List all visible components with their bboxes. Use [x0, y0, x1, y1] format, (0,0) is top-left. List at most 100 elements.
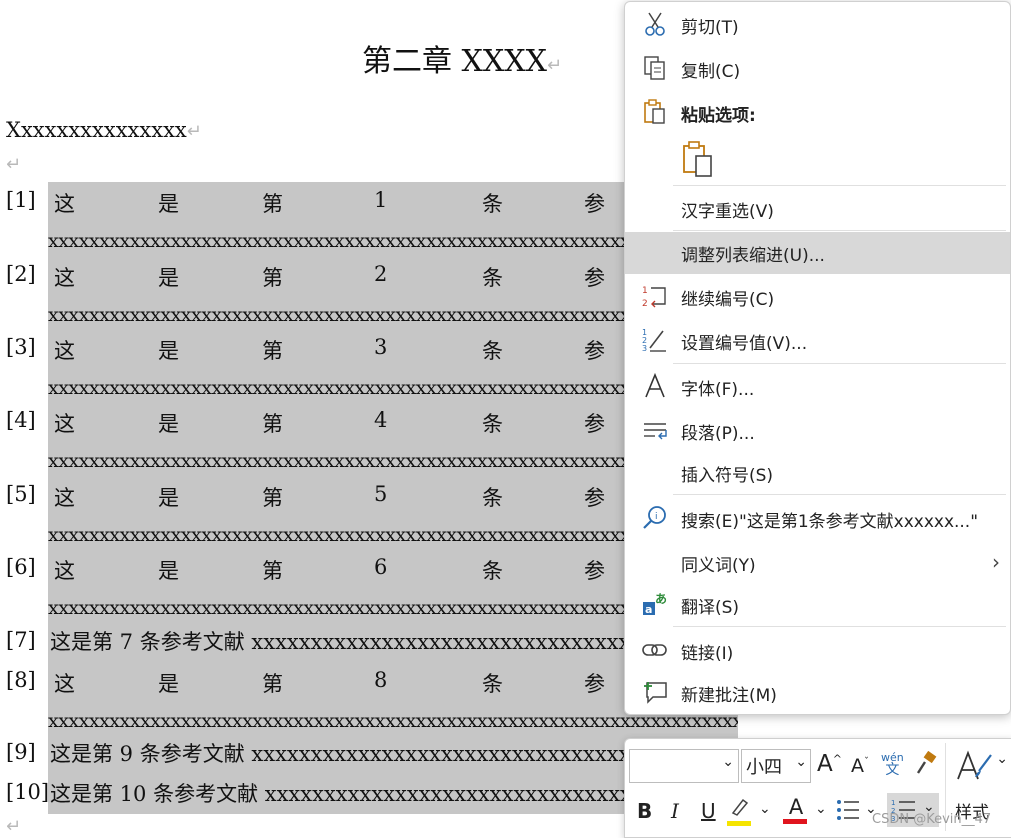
reference-first-line: 这 是 第 6 条 参	[48, 549, 648, 589]
search-icon: i	[643, 506, 666, 529]
font-name-dropdown[interactable]: ⌄	[629, 749, 739, 783]
reference-first-line: 这 是 第 3 条 参	[48, 329, 648, 369]
reference-word: 条	[482, 412, 503, 436]
reference-word: 这	[54, 412, 75, 436]
shrink-font-button[interactable]: Aˇ	[851, 755, 869, 777]
menu-item-new-comment[interactable]: 新建批注(M)	[625, 672, 1010, 712]
reference-first-line: 这 是 第 4 条 参	[48, 402, 648, 442]
chevron-down-icon[interactable]: ⌄	[815, 801, 827, 817]
menu-item-insert-symbol[interactable]: 插入符号(S)	[625, 452, 1010, 492]
font-color-letter: A	[788, 795, 804, 819]
reference-number: [7]	[6, 628, 36, 652]
menu-item-continue-numbering[interactable]: 1 2 继续编号(C)	[625, 276, 1010, 316]
font-color-button[interactable]: A	[783, 795, 809, 825]
bold-button[interactable]: B	[637, 799, 652, 823]
reference-word: 是	[158, 192, 179, 216]
reference-word: 5	[374, 482, 388, 506]
reference-number: [3]	[6, 335, 36, 359]
reference-text: 这是第 7 条参考文献 xxxxxxxxxxxxxxxxxxxxxxxxxxxx…	[48, 622, 630, 662]
reference-word: 4	[374, 408, 388, 432]
reference-number: [5]	[6, 482, 36, 506]
chevron-down-icon: ⌄	[795, 754, 807, 770]
chevron-down-icon[interactable]: ⌄	[759, 801, 771, 817]
styles-icon	[957, 750, 992, 780]
menu-item-copy[interactable]: 复制(C)	[625, 48, 1010, 88]
menu-separator	[673, 626, 1006, 627]
reference-number: [9]	[6, 740, 36, 764]
menu-item-paragraph[interactable]: 段落(P)...	[625, 410, 1010, 450]
font-icon	[645, 372, 665, 398]
reference-word: 这	[54, 266, 75, 290]
phonetic-guide-button[interactable]: wén 文	[881, 751, 904, 777]
reference-word: 这	[54, 559, 75, 583]
continue-numbering-icon: 1 2	[642, 286, 666, 309]
chevron-down-icon: ⌄	[722, 754, 734, 770]
reference-word: 8	[374, 668, 388, 692]
reference-continuation-line: xxxxxxxxxxxxxxxxxxxxxxxxxxxxxxxxxxxxxxxx…	[48, 222, 628, 260]
reference-word: 这	[54, 486, 75, 510]
menu-item-cut[interactable]: 剪切(T)	[625, 4, 1010, 44]
font-color-bar	[783, 819, 807, 824]
reference-number: [4]	[6, 408, 36, 432]
menu-item-translate[interactable]: a あ 翻译(S)	[625, 584, 1010, 624]
reference-word: 第	[262, 486, 283, 510]
menu-item-link[interactable]: 链接(I)	[625, 630, 1010, 670]
reference-word: 是	[158, 672, 179, 696]
link-icon	[642, 644, 667, 656]
highlighter-icon	[731, 798, 749, 816]
svg-text:1: 1	[891, 799, 895, 807]
reference-word: 是	[158, 559, 179, 583]
menu-separator	[673, 363, 1006, 364]
copy-icon	[644, 56, 665, 80]
svg-text:3: 3	[642, 344, 647, 353]
reference-word: 第	[262, 339, 283, 363]
menu-item-font[interactable]: 字体(F)...	[625, 366, 1010, 406]
svg-text:2: 2	[642, 299, 648, 309]
body-paragraph: Xxxxxxxxxxxxxxx↵	[6, 118, 202, 142]
menu-item-synonyms[interactable]: 同义词(Y) ›	[625, 542, 1010, 582]
reference-number: [2]	[6, 262, 36, 286]
reference-word: 3	[374, 335, 388, 359]
translate-icon: a あ	[643, 592, 667, 616]
paste-icon	[644, 99, 665, 124]
font-size-value: 小四	[746, 757, 782, 778]
menu-item-reconvert[interactable]: 汉字重选(V)	[625, 188, 1010, 228]
reference-word: 是	[158, 339, 179, 363]
reference-word: 参	[584, 559, 605, 583]
reference-word: 是	[158, 486, 179, 510]
menu-separator	[673, 494, 1006, 495]
scissors-icon	[645, 12, 665, 36]
reference-word: 条	[482, 559, 503, 583]
menu-item-set-numbering-value[interactable]: 1 2 3 设置编号值(V)...	[625, 320, 1010, 360]
bullets-icon[interactable]	[835, 797, 861, 823]
underline-button[interactable]: U	[701, 799, 716, 823]
italic-button[interactable]: I	[671, 799, 679, 823]
reference-number: [8]	[6, 668, 36, 692]
reference-text: 这是第 9 条参考文献 xxxxxxxxxxxxxxxxxxxxxxxxxxxx…	[48, 734, 630, 774]
paste-option-keep-text-only[interactable]	[625, 138, 1010, 182]
watermark: CSDN @Kevin__47	[872, 812, 992, 827]
menu-item-search[interactable]: i 搜索(E)"这是第1条参考文献xxxxxx..."	[625, 498, 1010, 538]
highlight-button[interactable]	[727, 797, 753, 826]
reference-word: 第	[262, 559, 283, 583]
reference-first-line: 这 是 第 1 条 参	[48, 182, 648, 222]
chevron-down-icon[interactable]: ⌄	[996, 751, 1008, 767]
reference-word: 2	[374, 262, 388, 286]
reference-first-line: 这 是 第 8 条 参	[48, 662, 648, 702]
reference-number: [10]	[6, 780, 50, 804]
svg-text:a: a	[645, 603, 652, 616]
reference-word: 参	[584, 266, 605, 290]
font-size-dropdown[interactable]: 小四 ⌄	[741, 749, 811, 783]
reference-word: 条	[482, 192, 503, 216]
format-painter-icon[interactable]	[913, 751, 939, 777]
reference-word: 第	[262, 192, 283, 216]
svg-text:i: i	[655, 512, 658, 522]
grow-font-button[interactable]: A^	[817, 751, 842, 777]
reference-continuation-line: xxxxxxxxxxxxxxxxxxxxxxxxxxxxxxxxxxxxxxxx…	[48, 442, 628, 480]
reference-word: 条	[482, 339, 503, 363]
context-menu: 剪切(T) 复制(C) 粘贴选项: 汉字重选(V) 调整列表缩进(U)... 1…	[624, 1, 1011, 715]
paste-keep-text-icon	[683, 141, 712, 177]
reference-word: 参	[584, 672, 605, 696]
menu-item-adjust-list-indent[interactable]: 调整列表缩进(U)...	[625, 232, 1010, 274]
reference-word: 第	[262, 266, 283, 290]
